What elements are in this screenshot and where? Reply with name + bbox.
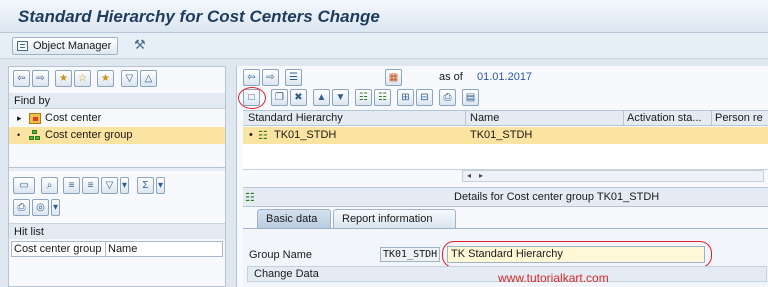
sum-icon[interactable]: Σ bbox=[137, 177, 154, 194]
details-title: Details for Cost center group TK01_STDH bbox=[454, 191, 660, 203]
collapse-icon[interactable]: △ bbox=[140, 70, 157, 87]
tab-basic-data[interactable]: Basic data bbox=[257, 209, 331, 228]
column-header[interactable]: Standard Hierarchy bbox=[248, 112, 343, 124]
horizontal-scrollbar[interactable]: ◂ ▸ bbox=[462, 170, 764, 182]
filter-dropdown-icon[interactable]: ▾ bbox=[120, 177, 129, 194]
bullet-icon: • bbox=[249, 129, 253, 141]
table-row[interactable]: • ☷ TK01_STDH TK01_STDH bbox=[243, 127, 768, 144]
object-manager-button[interactable]: Object Manager bbox=[12, 37, 119, 55]
scroll-right-icon[interactable]: ▸ bbox=[479, 171, 483, 180]
insert-cost-center-icon[interactable]: ☷ bbox=[374, 89, 391, 106]
watermark: www.tutorialkart.com bbox=[498, 271, 609, 285]
tree-item-cost-center[interactable]: ▸ Cost center bbox=[9, 110, 225, 127]
scroll-left-icon[interactable]: ◂ bbox=[467, 171, 471, 180]
hit-list-table[interactable]: Cost center group Name bbox=[11, 241, 223, 257]
title-bar: Standard Hierarchy for Cost Centers Chan… bbox=[0, 0, 768, 33]
name-cell: TK01_STDH bbox=[470, 129, 533, 141]
as-of-label: as of bbox=[439, 71, 463, 83]
list-view-icon[interactable]: ☰ bbox=[285, 69, 302, 86]
favorites-icon[interactable]: ☆ bbox=[74, 70, 91, 87]
find-by-header: Find by bbox=[9, 93, 225, 109]
hit-list-header: Hit list bbox=[9, 223, 225, 239]
sort-ascending-icon[interactable]: ≡ bbox=[63, 177, 80, 194]
move-down-icon[interactable]: ▼ bbox=[332, 89, 349, 106]
cost-center-group-icon: ☷ bbox=[245, 192, 255, 204]
favorite-folder-icon[interactable]: ★ bbox=[97, 70, 114, 87]
expand-arrow-icon[interactable]: ▸ bbox=[17, 110, 22, 127]
column-header[interactable]: Cost center group bbox=[14, 243, 101, 255]
bullet-icon: • bbox=[17, 130, 21, 140]
back-arrow-icon[interactable]: ⇦ bbox=[243, 69, 260, 86]
page-title: Standard Hierarchy for Cost Centers Chan… bbox=[18, 7, 380, 26]
column-header[interactable]: Activation sta... bbox=[627, 112, 702, 124]
print-icon[interactable]: ⎙ bbox=[13, 199, 30, 216]
insert-group-icon[interactable]: ☷ bbox=[355, 89, 372, 106]
column-header[interactable]: Person re bbox=[715, 112, 763, 124]
object-manager-label: Object Manager bbox=[33, 40, 112, 52]
move-up-icon[interactable]: ▲ bbox=[313, 89, 330, 106]
find-icon[interactable]: ⌕ bbox=[41, 177, 58, 194]
cost-center-group-icon: ☷ bbox=[258, 130, 268, 142]
add-favorite-icon[interactable]: ★ bbox=[55, 70, 72, 87]
tab-report-information[interactable]: Report information bbox=[333, 209, 456, 228]
collapse-subtree-icon[interactable]: ⊟ bbox=[416, 89, 433, 106]
right-panel: ⇦ ⇨ ☰ ▦ as of 01.01.2017 □ ❐ ✖ ▲ ▼ ☷ ☷ ⊞… bbox=[236, 66, 768, 287]
tree-item-label: Cost center bbox=[45, 112, 102, 124]
tree-item-label: Cost center group bbox=[45, 129, 133, 141]
layout-icon[interactable]: ▤ bbox=[462, 89, 479, 106]
sum-dropdown-icon[interactable]: ▾ bbox=[156, 177, 165, 194]
group-name-label: Group Name bbox=[249, 249, 312, 261]
sort-descending-icon[interactable]: ≡ bbox=[82, 177, 99, 194]
left-panel: ⇦ ⇨ ★ ☆ ★ ▽ △ Find by ▸ Cost center • Co… bbox=[8, 66, 226, 287]
hierarchy-grid-header: Standard Hierarchy Name Activation sta..… bbox=[243, 110, 768, 126]
copy-icon[interactable]: ❐ bbox=[271, 89, 288, 106]
highlight-circle bbox=[238, 87, 266, 109]
export-dropdown-icon[interactable]: ▾ bbox=[51, 199, 60, 216]
tree-item-cost-center-group[interactable]: • Cost center group bbox=[9, 127, 225, 144]
object-manager-icon bbox=[17, 41, 28, 51]
details-header: ☷ Details for Cost center group TK01_STD… bbox=[243, 187, 768, 207]
hierarchy-cell: TK01_STDH bbox=[274, 129, 337, 141]
panel-splitter[interactable] bbox=[9, 167, 225, 171]
cost-center-group-icon bbox=[29, 130, 41, 141]
print-icon[interactable]: ⎙ bbox=[439, 89, 456, 106]
expand-subtree-icon[interactable]: ⊞ bbox=[397, 89, 414, 106]
detail-view-icon[interactable]: ▭ bbox=[13, 177, 35, 194]
as-of-date[interactable]: 01.01.2017 bbox=[477, 71, 532, 83]
highlight-oval bbox=[442, 241, 712, 268]
calendar-icon[interactable]: ▦ bbox=[385, 69, 402, 86]
cost-center-icon bbox=[29, 113, 41, 124]
export-icon[interactable]: ◎ bbox=[32, 199, 49, 216]
column-header[interactable]: Name bbox=[470, 112, 499, 124]
back-arrow-icon[interactable]: ⇦ bbox=[13, 70, 30, 87]
column-header[interactable]: Name bbox=[108, 243, 137, 255]
filter-icon[interactable]: ▽ bbox=[101, 177, 118, 194]
forward-arrow-icon[interactable]: ⇨ bbox=[32, 70, 49, 87]
group-name-field: TK01_STDH bbox=[380, 247, 440, 262]
application-toolbar: Object Manager bbox=[0, 33, 768, 59]
grid-empty-area bbox=[243, 144, 768, 170]
forward-arrow-icon[interactable]: ⇨ bbox=[262, 69, 279, 86]
wrench-icon[interactable]: ⚒ bbox=[134, 37, 146, 53]
delete-icon[interactable]: ✖ bbox=[290, 89, 307, 106]
expand-icon[interactable]: ▽ bbox=[121, 70, 138, 87]
